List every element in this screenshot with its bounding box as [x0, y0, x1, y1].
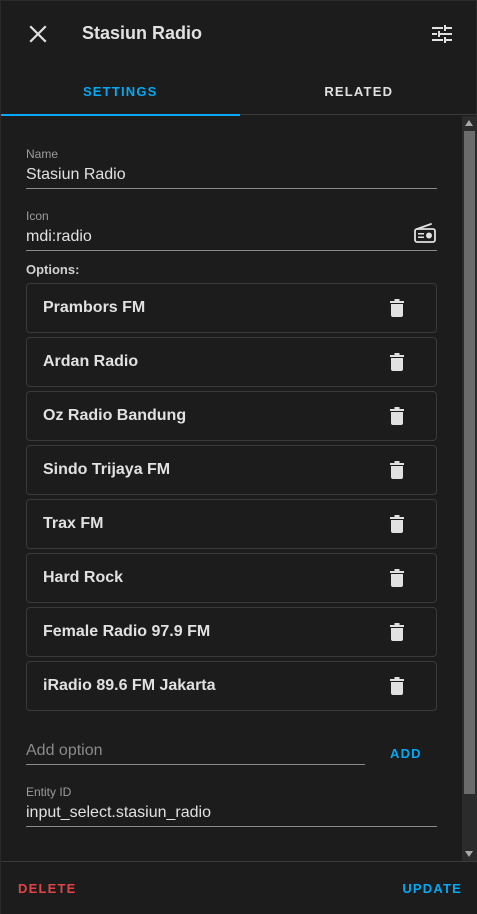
delete-option-button[interactable] — [387, 351, 407, 373]
option-item: Sindo Trijaya FM — [26, 445, 437, 495]
icon-field[interactable]: Icon mdi:radio — [26, 209, 437, 251]
trash-icon — [390, 569, 404, 587]
option-item: Trax FM — [26, 499, 437, 549]
delete-option-button[interactable] — [387, 567, 407, 589]
delete-button[interactable]: DELETE — [18, 881, 76, 896]
trash-icon — [390, 623, 404, 641]
tab-related[interactable]: RELATED — [240, 67, 477, 115]
add-option-input[interactable] — [26, 739, 365, 763]
trash-icon — [390, 299, 404, 317]
option-item: Ardan Radio — [26, 337, 437, 387]
option-label: Female Radio 97.9 FM — [43, 623, 211, 640]
trash-icon — [390, 461, 404, 479]
tab-bar: SETTINGS RELATED — [1, 67, 477, 116]
delete-option-button[interactable] — [387, 513, 407, 535]
trash-icon — [390, 407, 404, 425]
scroll-down-arrow-icon[interactable] — [465, 851, 473, 857]
dialog-header: Stasiun Radio — [1, 1, 477, 67]
option-item: Female Radio 97.9 FM — [26, 607, 437, 657]
add-option-field[interactable] — [26, 739, 365, 765]
dialog-title: Stasiun Radio — [82, 23, 203, 43]
icon-field-label: Icon — [26, 209, 49, 223]
name-field-label: Name — [26, 147, 59, 161]
scroll-thumb[interactable] — [464, 131, 475, 794]
delete-option-button[interactable] — [387, 675, 407, 697]
option-item: Hard Rock — [26, 553, 437, 603]
option-label: Ardan Radio — [43, 353, 139, 370]
option-label: Oz Radio Bandung — [43, 407, 187, 424]
entity-id-value[interactable]: input_select.stasiun_radio — [26, 804, 437, 826]
options-label: Options: — [26, 262, 80, 277]
tune-icon — [432, 25, 452, 43]
delete-option-button[interactable] — [387, 405, 407, 427]
dialog-footer: DELETE UPDATE — [1, 861, 477, 914]
close-icon — [29, 25, 47, 43]
name-field-value[interactable]: Stasiun Radio — [26, 166, 437, 188]
delete-option-button[interactable] — [387, 459, 407, 481]
advanced-settings-button[interactable] — [427, 19, 457, 49]
option-label: iRadio 89.6 FM Jakarta — [43, 677, 216, 694]
scroll-up-arrow-icon[interactable] — [465, 120, 473, 126]
option-label: Hard Rock — [43, 569, 124, 586]
delete-option-button[interactable] — [387, 621, 407, 643]
update-button[interactable]: UPDATE — [402, 881, 462, 896]
option-label: Prambors FM — [43, 299, 146, 316]
icon-field-value[interactable]: mdi:radio — [26, 228, 437, 250]
option-item: Prambors FM — [26, 283, 437, 333]
close-button[interactable] — [23, 19, 53, 49]
trash-icon — [390, 515, 404, 533]
trash-icon — [390, 677, 404, 695]
radio-icon — [414, 223, 436, 243]
option-item: iRadio 89.6 FM Jakarta — [26, 661, 437, 711]
settings-content: Name Stasiun Radio Icon mdi:radio Option… — [1, 116, 462, 861]
entity-id-field[interactable]: Entity ID input_select.stasiun_radio — [26, 785, 437, 827]
delete-option-button[interactable] — [387, 297, 407, 319]
trash-icon — [390, 353, 404, 371]
option-label: Sindo Trijaya FM — [43, 461, 171, 478]
entity-id-label: Entity ID — [26, 785, 72, 799]
add-option-button[interactable]: ADD — [390, 746, 422, 761]
tab-settings[interactable]: SETTINGS — [1, 67, 240, 116]
option-item: Oz Radio Bandung — [26, 391, 437, 441]
entity-settings-dialog: Stasiun Radio SETTINGS RELATED Name Stas… — [0, 0, 477, 914]
vertical-scrollbar[interactable] — [462, 116, 477, 861]
name-field[interactable]: Name Stasiun Radio — [26, 147, 437, 189]
option-label: Trax FM — [43, 515, 104, 532]
